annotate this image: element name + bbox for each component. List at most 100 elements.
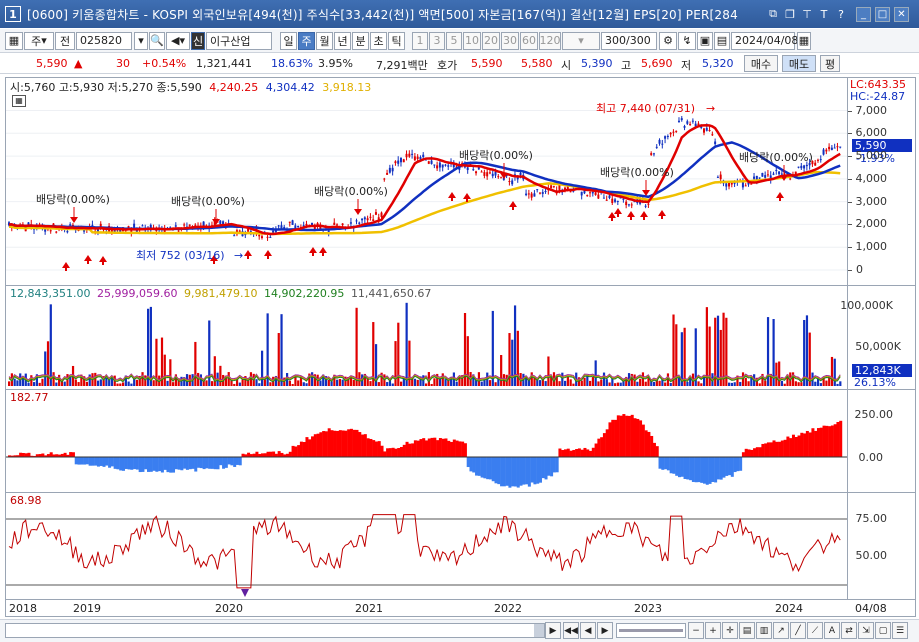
search-icon[interactable]: 🔍 [149,31,165,50]
price-tick-mark [848,178,852,180]
volume-bar [686,381,689,386]
text-icon[interactable]: T [817,7,831,21]
price-pane[interactable]: 시:5,760 고:5,930 저:5,270 종:5,590 4,240.25… [6,78,915,286]
print-icon[interactable]: ▤ [739,622,755,639]
draw-line-icon[interactable]: ╱ [790,622,806,639]
stock-code-input[interactable]: 025820 [76,31,132,50]
rsi-tick-75: 75.00 [855,512,888,525]
trend-icon[interactable]: ⟋ [807,622,823,639]
interval-60-button[interactable]: 60 [520,31,538,50]
zoom-slider[interactable] [616,623,686,638]
indicator-icon[interactable]: ↯ [678,31,696,50]
scroll-right-icon[interactable]: ▶ [545,622,561,639]
price-tick-mark [848,110,852,112]
prev-page-icon[interactable]: ◀ [580,622,596,639]
candle-body [591,192,594,194]
evaluate-button[interactable]: 평 [820,55,840,72]
text-tool-icon[interactable]: A [824,622,840,639]
interval-5-button[interactable]: 5 [446,31,462,50]
oscillator-bar [497,457,501,485]
horizontal-scrollbar[interactable] [5,623,545,638]
export-icon[interactable]: ⇲ [858,622,874,639]
chart-area[interactable]: 시:5,760 고:5,930 저:5,270 종:5,590 4,240.25… [5,77,916,617]
oscillator-bar [88,457,92,466]
candle-body [277,225,280,227]
volume-bar [747,381,750,386]
buy-signal-arrow [463,193,471,199]
next-page-icon[interactable]: ▶ [597,622,613,639]
interval-1-button[interactable]: 1 [412,31,428,50]
oscillator-yaxis: 250.00 0.00 [847,390,915,492]
stock-type-select[interactable]: 전 [55,31,75,50]
price-tick: 0 [856,263,863,276]
zoom-out-icon[interactable]: − [688,622,704,639]
oscillator-bar [288,451,292,457]
volume-bar [608,382,611,386]
volume-value-1: 12,843,351.00 [10,287,91,300]
link-icon[interactable]: ⧉ [766,7,780,21]
code-dropdown-icon[interactable]: ▾ [134,31,148,50]
oscillator-bar [728,457,732,476]
oscillator-bar [408,443,412,457]
oscillator-pane[interactable]: 182.77 250.00 0.00 [6,390,915,493]
save-icon[interactable]: ▣ [697,31,713,50]
period-second-tab[interactable]: 초 [370,31,387,50]
volume-pane[interactable]: 12,843,351.00 25,999,059.60 9,981,479.10… [6,286,915,390]
measure-icon[interactable]: ↗ [773,622,789,639]
oscillator-bar [839,420,843,457]
data-count-input[interactable]: 300/300 [601,31,657,50]
settings-icon[interactable]: ⚙ [659,31,677,50]
oscillator-bar [127,457,131,470]
minimize-icon[interactable]: _ [856,6,871,22]
volume-bar [127,381,130,386]
copy-icon[interactable]: ❐ [783,7,797,21]
interval-20-button[interactable]: 20 [482,31,500,50]
chart-type-icon[interactable]: ▥ [756,622,772,639]
current-price: 5,590 [36,57,68,70]
period-tick-tab[interactable]: 틱 [388,31,405,50]
option-icon[interactable]: ☰ [892,622,908,639]
volume-bar [210,381,214,386]
help-icon[interactable]: ? [834,7,848,21]
buy-signal-arrow [448,192,456,198]
period-month-tab[interactable]: 월 [316,31,333,50]
interval-10-button[interactable]: 10 [463,31,481,50]
oscillator-bar [508,457,512,488]
buy-button[interactable]: 매수 [744,55,778,72]
interval-30-button[interactable]: 30 [501,31,519,50]
market-type-select[interactable]: 주 ▾ [24,31,54,50]
interval-3-button[interactable]: 3 [429,31,445,50]
oscillator-bar [344,430,348,457]
volume-bar [511,339,514,386]
crosshair-icon[interactable]: ✛ [722,622,738,639]
period-day-tab[interactable]: 일 [280,31,297,50]
calendar-icon[interactable]: ▦ [797,31,811,50]
oscillator-bar [147,457,150,472]
period-week-tab[interactable]: 주 [298,31,315,50]
scroll-thumb[interactable] [534,624,544,637]
layout-icon[interactable]: ▦ [5,31,23,50]
interval-120-button[interactable]: 120 [539,31,561,50]
volume-pct-marker: 26.13% [854,376,896,389]
first-page-icon[interactable]: ◀◀ [563,622,579,639]
refresh-icon[interactable]: ▤ [714,31,730,50]
compare-icon[interactable]: ⇄ [841,622,857,639]
zoom-in-icon[interactable]: + [705,622,721,639]
close-icon[interactable]: ✕ [894,6,909,22]
rsi-pane[interactable]: 68.98 75.00 50.00 [6,493,915,600]
volume-bar [147,308,150,386]
candle-body [778,171,781,175]
period-year-tab[interactable]: 년 [334,31,351,50]
speaker-icon[interactable]: ◀▾ [166,31,190,50]
window-icon[interactable]: ▢ [875,622,891,639]
interval-custom-select[interactable]: ▾ [562,31,600,50]
date-input[interactable]: 2024/04/08 [731,31,798,50]
x-label-date: 04/08 [855,602,887,615]
candle-body [725,183,728,187]
window-title: [0600] 키움종합차트 - KOSPI 외국인보유[494(천)] 주식수[… [27,7,738,22]
maximize-icon[interactable]: □ [875,6,890,22]
period-minute-tab[interactable]: 분 [352,31,369,50]
candle-body [544,190,547,192]
sell-button[interactable]: 매도 [782,55,816,72]
pin-icon[interactable]: ⊤ [800,7,814,21]
